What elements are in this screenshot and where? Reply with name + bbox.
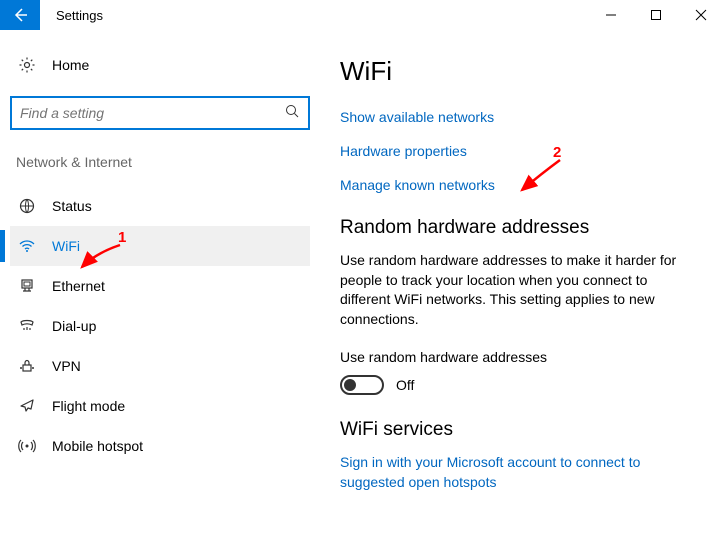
sidebar-item-label: Flight mode [52,398,125,414]
search-icon [284,103,300,124]
page-title: WiFi [340,56,703,87]
random-hw-title: Random hardware addresses [340,217,703,239]
toggle-row: Off [340,375,703,395]
search-input[interactable] [20,105,284,121]
annotation-arrow-1 [76,243,126,273]
random-hw-toggle[interactable] [340,375,384,395]
sidebar-item-label: Dial-up [52,318,96,334]
window-controls [588,0,723,30]
wifi-services-title: WiFi services [340,419,703,441]
vpn-icon [16,357,38,375]
annotation-arrow-2 [516,156,566,196]
status-icon [16,197,38,215]
annotation-1: 1 [118,229,126,246]
toggle-state: Off [396,377,414,393]
main-panel: WiFi Show available networks Hardware pr… [320,30,723,550]
hotspot-icon [16,437,38,455]
random-hw-desc: Use random hardware addresses to make it… [340,251,680,329]
link-show-networks[interactable]: Show available networks [340,109,703,125]
sidebar-item-label: Status [52,198,92,214]
sidebar-item-hotspot[interactable]: Mobile hotspot [10,426,310,466]
category-label: Network & Internet [10,154,310,170]
sidebar-item-flight[interactable]: Flight mode [10,386,310,426]
home-nav[interactable]: Home [10,48,310,82]
minimize-button[interactable] [588,0,633,30]
airplane-icon [16,397,38,415]
sidebar-item-label: Mobile hotspot [52,438,143,454]
sidebar-item-status[interactable]: Status [10,186,310,226]
gear-icon [16,56,38,74]
sidebar-item-vpn[interactable]: VPN [10,346,310,386]
ethernet-icon [16,277,38,295]
toggle-label: Use random hardware addresses [340,349,703,365]
annotation-2: 2 [553,144,561,161]
sidebar-item-wifi[interactable]: WiFi [10,226,310,266]
home-label: Home [52,57,89,73]
arrow-left-icon [11,6,29,24]
back-button[interactable] [0,0,40,30]
toggle-knob [344,379,356,391]
search-box[interactable] [10,96,310,130]
close-button[interactable] [678,0,723,30]
sidebar-item-ethernet[interactable]: Ethernet [10,266,310,306]
window-title: Settings [56,8,588,23]
titlebar: Settings [0,0,723,30]
wifi-icon [16,237,38,255]
dialup-icon [16,317,38,335]
link-signin-ms[interactable]: Sign in with your Microsoft account to c… [340,453,680,492]
sidebar: Home Network & Internet Status WiFi [0,30,320,550]
sidebar-item-dialup[interactable]: Dial-up [10,306,310,346]
sidebar-item-label: VPN [52,358,81,374]
sidebar-item-label: Ethernet [52,278,105,294]
maximize-button[interactable] [633,0,678,30]
